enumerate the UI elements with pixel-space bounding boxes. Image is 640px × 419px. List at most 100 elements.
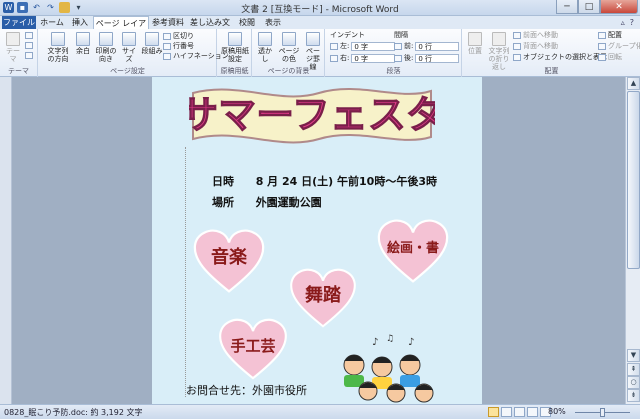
indent-right-icon [330,54,338,62]
browse-object-button[interactable]: ○ [627,376,640,389]
orientation-button[interactable]: 印刷の向き [95,32,117,63]
spacing-after-row: 後: 0 行 [394,53,460,63]
bring-forward-label: 前面へ移動 [523,31,558,39]
outline-view-icon[interactable] [527,407,538,417]
zoom-slider-thumb[interactable] [599,408,605,417]
indent-heading: インデント [330,31,365,39]
group-objects-icon [598,42,606,50]
theme-icon [6,32,20,46]
line-numbers-button[interactable]: 行番号 [163,41,194,51]
spacing-before-input[interactable]: 0 行 [415,41,460,51]
size-label: サイズ [122,47,136,63]
group-manuscript: 原稿用紙設定 原稿用紙 [218,29,252,77]
indent-right-label: 右: [340,54,350,62]
tab-view[interactable]: 表示 [261,16,285,29]
spacing-after-label: 後: [404,54,414,62]
web-layout-view-icon[interactable] [514,407,525,417]
svg-text:♪: ♪ [372,337,378,348]
spacing-after-input[interactable]: 0 行 [415,53,460,63]
tab-file[interactable]: ファイル [2,16,36,29]
rotate-icon [598,53,606,61]
theme-effects-icon [25,52,33,59]
page-color-button[interactable]: ページの色 [277,32,301,63]
theme-fonts-icon [25,42,33,49]
document-area[interactable]: サマーフェスタ 日時 8 月 24 日(土) 午前10時～午後3時 場所 外園運… [0,77,625,404]
text-direction-label: 文字列の方向 [47,47,69,63]
next-page-button[interactable]: ⇟ [627,389,640,402]
theme-colors-button[interactable] [25,32,33,39]
scroll-down-button[interactable]: ▼ [627,349,640,362]
zoom-level[interactable]: 80% [548,407,566,416]
theme-label: テーマ [6,47,20,63]
page-color-label: ページの色 [278,47,300,63]
group-arrange: 位置 文字列の折り返し 前面へ移動 背面へ移動 オブジェクトの選択と表示 配置 … [463,29,640,77]
rotate-label: 回転 [608,53,622,61]
size-button[interactable]: サイズ [119,32,139,63]
ribbon-tabs: ファイル ホーム 挿入 ページ レイアウト 参考資料 差し込み文書 校閲 表示 … [0,16,640,41]
hyphenation-icon [163,52,171,60]
maximize-button[interactable]: □ [578,0,600,14]
align-icon [598,31,606,39]
tab-mailings[interactable]: 差し込み文書 [187,16,233,40]
spacing-after-icon [394,54,402,62]
group-page-background: 透かし ページの色 ページ罫線 ページの背景 [253,29,325,77]
bring-forward-button[interactable]: 前面へ移動 [513,30,558,40]
document-page[interactable]: サマーフェスタ 日時 8 月 24 日(土) 午前10時～午後3時 場所 外園運… [152,77,482,404]
watermark-label: 透かし [258,47,272,63]
group-page-setup: 文字列の方向 余白 印刷の向き サイズ 段組み 区切り 行番号 ハイフネーション… [39,29,229,77]
page-borders-icon [306,32,320,46]
help-icon[interactable]: ? [630,18,634,27]
theme-button[interactable]: テーマ [4,32,22,63]
scroll-up-button[interactable]: ▲ [627,77,640,90]
tab-page-layout[interactable]: ページ レイアウト [93,16,149,41]
full-screen-reading-view-icon[interactable] [501,407,512,417]
minimize-ribbon-icon[interactable]: ▵ [621,18,625,27]
manuscript-icon [228,32,242,46]
align-button[interactable]: 配置 [598,30,622,40]
send-backward-button[interactable]: 背面へ移動 [513,41,558,51]
spacing-before-icon [394,42,402,50]
indent-left-row: 左: 0 字 [330,41,396,51]
theme-effects-button[interactable] [25,52,33,59]
rotate-button[interactable]: 回転 [598,52,622,62]
tab-review[interactable]: 校閲 [235,16,259,29]
text-direction-button[interactable]: 文字列の方向 [45,32,71,63]
group-paragraph: インデント 間隔 左: 0 字 右: 0 字 前: 0 行 後: 0 行 段落 [326,29,462,77]
print-layout-view-icon[interactable] [488,407,499,417]
selection-pane-button[interactable]: オブジェクトの選択と表示 [513,52,607,62]
bring-forward-icon [513,31,521,39]
manuscript-settings-button[interactable]: 原稿用紙設定 [220,32,250,63]
document-info[interactable]: 0828_眠こり予防.doc: 約 3,192 文字 [4,407,143,418]
theme-fonts-button[interactable] [25,42,33,49]
breaks-button[interactable]: 区切り [163,31,194,41]
page-color-icon [282,32,296,46]
columns-button[interactable]: 段組み [141,32,163,55]
margins-icon [76,32,90,46]
watermark-button[interactable]: 透かし [255,32,275,63]
ribbon: テーマ テーマ 文字列の方向 余白 印刷の向き サイズ 段組み 区切り 行番号 [0,29,640,77]
columns-icon [145,32,159,46]
scroll-thumb[interactable] [627,91,640,269]
tab-references[interactable]: 参考資料 [151,16,185,29]
tab-insert[interactable]: 挿入 [68,16,92,29]
date-label: 日時 [212,175,234,188]
margins-button[interactable]: 余白 [73,32,93,55]
breaks-label: 区切り [173,32,194,40]
group-objects-button[interactable]: グループ化 [598,41,640,51]
vertical-scrollbar[interactable]: ▲ ▼ ⇞ ○ ⇟ [625,77,640,404]
position-button[interactable]: 位置 [465,32,485,55]
group-label-page-background: ページの背景 [267,67,310,75]
contact-line: お問合せ先：外園市役所 [186,384,307,397]
indent-right-input[interactable]: 0 字 [351,53,396,63]
manuscript-label: 原稿用紙設定 [221,47,249,63]
tab-home[interactable]: ホーム [38,16,66,29]
minimize-button[interactable]: ─ [556,0,578,14]
status-bar: 0828_眠こり予防.doc: 約 3,192 文字 80% [0,404,640,419]
prev-page-button[interactable]: ⇞ [627,363,640,376]
send-backward-icon [513,42,521,50]
date-row: 日時 8 月 24 日(土) 午前10時～午後3時 [212,173,437,189]
close-button[interactable]: ✕ [600,0,638,14]
wrap-text-icon [492,32,506,46]
align-label: 配置 [608,31,622,39]
indent-left-input[interactable]: 0 字 [351,41,396,51]
